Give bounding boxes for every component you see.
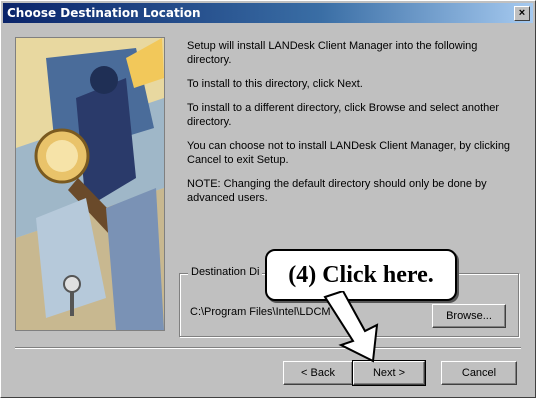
close-button[interactable]: × <box>514 6 530 21</box>
instruction-paragraph: To install to a different directory, cli… <box>187 102 500 128</box>
destination-group-label: Destination Di <box>188 266 263 278</box>
arrow-icon <box>323 291 379 363</box>
destination-path: C:\Program Files\Intel\LDCM <box>190 306 331 318</box>
window-title: Choose Destination Location <box>7 6 201 20</box>
setup-dialog: Choose Destination Location × Setup will… <box>0 0 536 398</box>
instruction-paragraph: Setup will install LANDesk Client Manage… <box>187 40 478 66</box>
back-button[interactable]: < Back <box>283 361 353 385</box>
instructions: Setup will install LANDesk Client Manage… <box>187 39 517 215</box>
instruction-paragraph: NOTE: Changing the default directory sho… <box>187 178 487 204</box>
next-button[interactable]: Next > <box>352 360 426 386</box>
setup-illustration <box>15 37 165 331</box>
close-icon: × <box>518 7 526 19</box>
instruction-paragraph: To install to this directory, click Next… <box>187 78 363 90</box>
divider <box>15 347 521 349</box>
illustration-graphic <box>16 38 164 330</box>
title-bar[interactable]: Choose Destination Location × <box>3 3 533 23</box>
instruction-paragraph: You can choose not to install LANDesk Cl… <box>187 140 511 166</box>
browse-button[interactable]: Browse... <box>432 304 506 328</box>
cancel-button[interactable]: Cancel <box>441 361 517 385</box>
